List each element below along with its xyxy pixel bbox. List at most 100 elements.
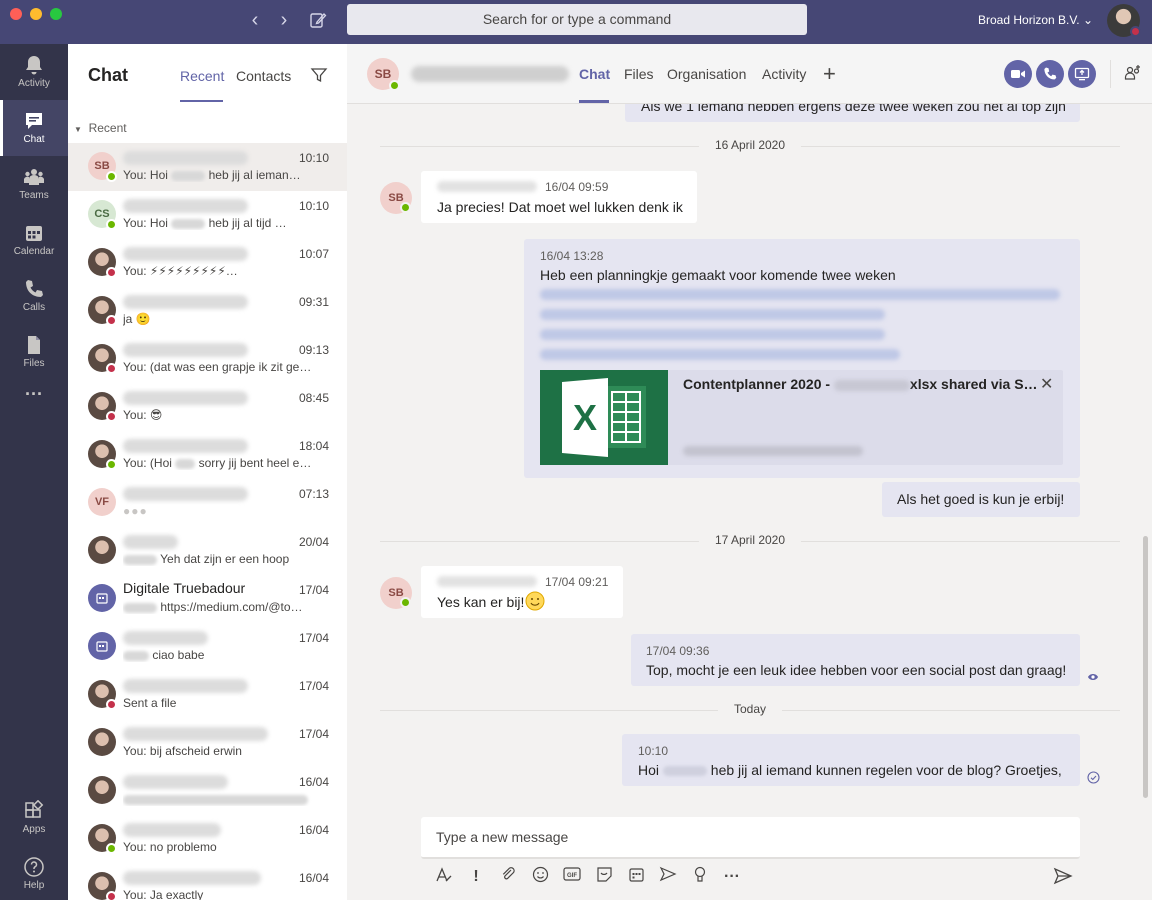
message-bubble-sent[interactable]: 10:10 Hoi heb jij al iemand kunnen regel… (622, 734, 1080, 786)
rail-item-calendar[interactable]: Calendar (0, 212, 68, 268)
format-icon[interactable] (433, 866, 455, 888)
chat-list-item[interactable]: 08:45 You: 😎 (68, 383, 347, 431)
rail-item-files[interactable]: Files (0, 324, 68, 380)
tab-contacts[interactable]: Contacts (236, 68, 291, 84)
rail-item-teams[interactable]: Teams (0, 156, 68, 212)
presence-available-indicator (400, 202, 411, 213)
close-icon[interactable]: ✕ (1040, 374, 1053, 394)
chat-list-item[interactable]: 10:07 You: ⚡⚡⚡⚡⚡⚡⚡⚡⚡… (68, 239, 347, 287)
tab-chat[interactable]: Chat (579, 66, 610, 82)
chat-list-item[interactable]: 16/04 (68, 767, 347, 815)
search-command-box[interactable]: Search for or type a command (347, 4, 807, 35)
divider (1110, 60, 1111, 88)
presence-busy-indicator (106, 315, 117, 326)
schedule-meeting-icon[interactable] (625, 866, 647, 888)
file-attachment-card[interactable]: X Contentplanner 2020 - xlsx shared via … (540, 370, 1063, 465)
section-label: Recent (88, 121, 127, 135)
close-window-button[interactable] (10, 8, 22, 20)
org-switcher[interactable]: Broad Horizon B.V. ⌄ (978, 13, 1093, 27)
forward-arrow-icon[interactable]: › (272, 10, 296, 32)
chat-list-item[interactable]: 09:31 ja 🙂 (68, 287, 347, 335)
date-label: Today (717, 702, 783, 716)
message-bubble-received[interactable]: 16/04 09:59 Ja precies! Dat moet wel luk… (421, 171, 697, 223)
chat-list-item[interactable]: SB 10:10 You: Hoi heb jij al ieman… (68, 143, 347, 191)
section-header-recent[interactable]: ▼ Recent (74, 121, 127, 135)
link-redacted[interactable] (540, 289, 1060, 300)
audio-call-button[interactable] (1036, 60, 1064, 88)
scrollbar[interactable] (1143, 536, 1148, 798)
chat-list-item[interactable]: CS 10:10 You: Hoi heb jij al tijd … (68, 191, 347, 239)
gif-icon[interactable]: GIF (561, 866, 583, 888)
chat-list-item[interactable]: 16/04 You: Ja exactly (68, 863, 347, 900)
rail-label: Chat (23, 134, 45, 145)
back-arrow-icon[interactable]: ‹ (243, 10, 267, 32)
message-bubble-sent[interactable]: Als het goed is kun je erbij! (882, 482, 1080, 517)
chat-list-item[interactable]: 20/04 Yeh dat zijn er een hoop (68, 527, 347, 575)
chat-list-item[interactable]: 09:13 You: (dat was een grapje ik zit ge… (68, 335, 347, 383)
chat-list-item[interactable]: 18:04 You: (Hoi sorry jij bent heel e… (68, 431, 347, 479)
message-bubble-sent[interactable]: 17/04 09:36 Top, mocht je een leuk idee … (631, 634, 1080, 686)
link-redacted[interactable] (540, 309, 885, 320)
send-icon[interactable] (1053, 867, 1073, 885)
chat-preview: You: Hoi heb jij al tijd … (123, 216, 287, 230)
add-tab-plus-icon[interactable]: + (823, 61, 836, 87)
message-bubble-sent[interactable]: 16/04 13:28 Heb een planningkje gemaakt … (524, 239, 1080, 478)
chat-list-item[interactable]: Digitale Truebadour 17/04 https://medium… (68, 575, 347, 623)
chat-list-item[interactable]: 17/04 You: bij afscheid erwin (68, 719, 347, 767)
presence-busy-indicator (1130, 26, 1141, 37)
more-apps-icon[interactable]: ··· (0, 384, 68, 440)
link-redacted[interactable] (540, 329, 885, 340)
tab-activity[interactable]: Activity (762, 66, 806, 82)
sticker-icon[interactable] (593, 866, 615, 888)
phone-icon (26, 280, 43, 297)
tab-organisation[interactable]: Organisation (667, 66, 746, 82)
more-options-icon[interactable]: ··· (721, 866, 743, 888)
minimize-window-button[interactable] (30, 8, 42, 20)
new-chat-icon[interactable] (309, 11, 327, 29)
chat-list-item[interactable]: 17/04 ciao babe (68, 623, 347, 671)
rail-label: Activity (18, 78, 50, 89)
share-screen-button[interactable] (1068, 60, 1096, 88)
chat-list-item[interactable]: 16/04 You: no problemo (68, 815, 347, 863)
add-people-icon[interactable] (1124, 64, 1142, 82)
important-icon[interactable]: ! (465, 866, 487, 888)
chat-preview: ciao babe (123, 648, 313, 662)
rail-item-activity[interactable]: Activity (0, 44, 68, 100)
stream-icon[interactable] (657, 866, 679, 888)
compose-box[interactable] (421, 817, 1080, 859)
rail-item-apps[interactable]: Apps (0, 790, 68, 846)
bell-icon (26, 56, 42, 75)
presence-busy-indicator (106, 267, 117, 278)
chat-preview: Yeh dat zijn er een hoop (123, 552, 313, 566)
tab-files[interactable]: Files (624, 66, 654, 82)
rail-item-help[interactable]: Help (0, 846, 68, 900)
chat-time: 18:04 (298, 439, 329, 453)
message-thread[interactable]: Als we 1 iemand hebben ergens deze twee … (347, 104, 1152, 804)
link-redacted[interactable] (540, 349, 900, 360)
rail-item-chat[interactable]: Chat (0, 100, 68, 156)
chat-preview: ja 🙂 (123, 312, 151, 326)
chat-time: 10:10 (298, 151, 329, 165)
rail-label: Files (23, 358, 45, 369)
avatar (88, 776, 116, 804)
tab-recent[interactable]: Recent (180, 68, 224, 84)
attach-icon[interactable] (497, 866, 519, 888)
message-bubble-sent[interactable]: Als we 1 iemand hebben ergens deze twee … (625, 104, 1080, 122)
video-call-button[interactable] (1004, 60, 1032, 88)
presence-busy-indicator (106, 411, 117, 422)
chat-list-item[interactable]: 17/04 Sent a file (68, 671, 347, 719)
message-input[interactable] (421, 817, 1080, 857)
message-text: Yes kan er bij! (437, 594, 525, 610)
filter-icon[interactable] (310, 66, 328, 84)
file-name[interactable]: Contentplanner 2020 - xlsx shared via S… (683, 376, 1038, 392)
rail-item-calls[interactable]: Calls (0, 268, 68, 324)
chat-list-item[interactable]: VF 07:13 ●●● (68, 479, 347, 527)
calendar-icon (26, 226, 42, 241)
maximize-window-button[interactable] (50, 8, 62, 20)
message-bubble-received[interactable]: 17/04 09:21 Yes kan er bij! (421, 566, 623, 618)
praise-icon[interactable] (689, 866, 711, 888)
active-tab-indicator (180, 100, 223, 102)
emoji-icon[interactable] (529, 866, 551, 888)
message-text: Heb een planningkje gemaakt voor komende… (540, 267, 896, 283)
contact-name-redacted (123, 439, 248, 453)
